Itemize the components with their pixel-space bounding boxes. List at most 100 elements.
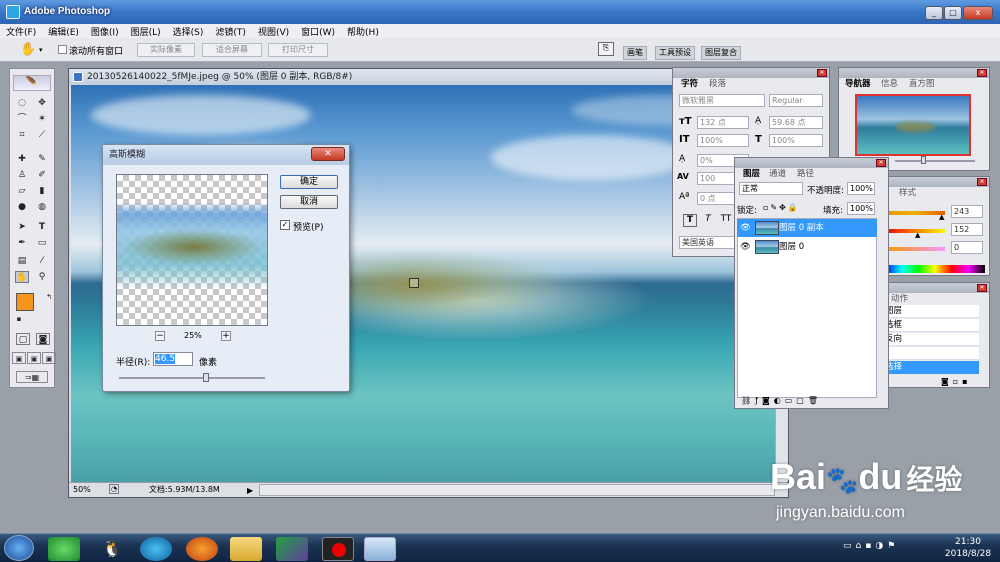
taskbar-photoshop-icon[interactable] bbox=[364, 537, 396, 561]
taskbar-media-icon[interactable] bbox=[140, 537, 172, 561]
magic-wand-icon[interactable]: ✶ bbox=[35, 113, 49, 125]
navigator-zoom-slider[interactable] bbox=[895, 160, 975, 162]
slice-tool-icon[interactable]: ⟋ bbox=[35, 129, 49, 141]
tab-brushes[interactable]: 画笔 bbox=[623, 46, 647, 60]
jump-to-imageready-icon[interactable]: ⇒▦ bbox=[16, 371, 48, 383]
green-slider-handle-icon[interactable]: ▲ bbox=[915, 231, 920, 239]
menu-filter[interactable]: 滤镜(T) bbox=[209, 24, 252, 38]
menu-file[interactable]: 文件(F) bbox=[0, 24, 42, 38]
menu-view[interactable]: 视图(V) bbox=[252, 24, 295, 38]
zoom-out-button[interactable]: − bbox=[155, 331, 165, 341]
font-family-select[interactable]: 微软雅黑 bbox=[679, 94, 765, 107]
actual-pixels-button[interactable]: 实际像素 bbox=[137, 43, 195, 57]
tab-channels[interactable]: 通道 bbox=[767, 168, 788, 180]
history-item[interactable] bbox=[885, 347, 979, 360]
preview-checkbox[interactable]: ✓ bbox=[280, 220, 290, 230]
eyedropper-tool-icon[interactable]: ⁄ bbox=[35, 255, 49, 267]
red-slider[interactable] bbox=[885, 211, 945, 215]
print-size-button[interactable]: 打印尺寸 bbox=[268, 43, 328, 57]
history-item-selected[interactable]: 选择 bbox=[885, 361, 979, 374]
taskbar-qq-icon[interactable]: 🐧 bbox=[96, 537, 128, 561]
status-menu-arrow-icon[interactable]: ▶ bbox=[247, 484, 253, 498]
character-close-icon[interactable]: ✕ bbox=[817, 69, 827, 77]
tab-navigator[interactable]: 导航器 bbox=[843, 78, 873, 90]
type-tool-icon[interactable]: T bbox=[35, 221, 49, 233]
hand-tool-icon[interactable]: ✋ bbox=[20, 42, 36, 57]
menu-window[interactable]: 窗口(W) bbox=[295, 24, 341, 38]
taskbar-explorer-icon[interactable] bbox=[230, 537, 262, 561]
hand-tool-icon-active[interactable]: ✋ bbox=[15, 271, 29, 283]
clone-stamp-icon[interactable]: ♙ bbox=[15, 169, 29, 181]
eraser-tool-icon[interactable]: ▱ bbox=[15, 185, 29, 197]
lock-icons[interactable]: ▫✎✥🔒 bbox=[763, 203, 800, 212]
zoom-in-button[interactable]: + bbox=[221, 331, 231, 341]
close-button[interactable]: x bbox=[963, 6, 993, 20]
horizontal-scrollbar[interactable] bbox=[259, 484, 775, 496]
start-button-icon[interactable] bbox=[4, 535, 34, 561]
feather-logo-icon[interactable]: 🪶 bbox=[13, 75, 51, 91]
dialog-close-button[interactable]: ✕ bbox=[311, 147, 345, 161]
faux-bold-button[interactable]: T bbox=[683, 214, 697, 227]
history-brush-icon[interactable]: ✐ bbox=[35, 169, 49, 181]
tab-character[interactable]: 字符 bbox=[679, 78, 701, 90]
tab-info[interactable]: 信息 bbox=[879, 78, 900, 90]
marquee-tool-icon[interactable]: ◌ bbox=[15, 97, 29, 109]
foreground-color-swatch[interactable] bbox=[16, 293, 34, 311]
leading-input[interactable]: 59.68 点 bbox=[769, 116, 823, 129]
font-style-select[interactable]: Regular bbox=[769, 94, 823, 107]
tab-histogram[interactable]: 直方图 bbox=[907, 78, 937, 90]
green-value-input[interactable]: 152 bbox=[951, 223, 983, 236]
color-close-icon[interactable]: ✕ bbox=[977, 178, 987, 186]
minimize-button[interactable]: _ bbox=[925, 6, 943, 20]
path-selection-icon[interactable]: ➤ bbox=[15, 221, 29, 233]
menu-edit[interactable]: 编辑(E) bbox=[42, 24, 85, 38]
ok-button[interactable]: 确定 bbox=[280, 175, 338, 189]
all-caps-button[interactable]: TT bbox=[719, 214, 733, 227]
cancel-button[interactable]: 取消 bbox=[280, 195, 338, 209]
dodge-tool-icon[interactable]: ◍ bbox=[35, 201, 49, 213]
history-item[interactable]: 反向 bbox=[885, 333, 979, 346]
zoom-tool-icon[interactable]: ⚲ bbox=[35, 271, 49, 283]
tool-preset-dropdown-icon[interactable]: ▾ bbox=[39, 46, 43, 54]
notes-tool-icon[interactable]: ▤ bbox=[15, 255, 29, 267]
blue-value-input[interactable]: 0 bbox=[951, 241, 983, 254]
zoom-level[interactable]: 50% bbox=[73, 483, 91, 497]
blend-mode-select[interactable]: 正常 bbox=[739, 182, 803, 195]
tab-styles[interactable]: 样式 bbox=[897, 187, 918, 199]
layer-row[interactable]: 👁 图层 0 bbox=[737, 238, 877, 256]
history-close-icon[interactable]: ✕ bbox=[977, 284, 987, 292]
color-ramp[interactable] bbox=[885, 265, 985, 273]
red-value-input[interactable]: 243 bbox=[951, 205, 983, 218]
layers-footer-icons[interactable]: ⛓ƒ◙◐▭▢🗑 bbox=[737, 396, 887, 408]
radius-slider-track[interactable] bbox=[119, 377, 265, 379]
default-colors-icon[interactable]: ▪ bbox=[12, 313, 26, 325]
status-icon[interactable]: ◔ bbox=[109, 484, 119, 494]
fit-screen-button[interactable]: 适合屏幕 bbox=[202, 43, 262, 57]
radius-slider-handle[interactable] bbox=[203, 373, 209, 382]
taskbar-app-purple-icon[interactable] bbox=[276, 537, 308, 561]
gradient-tool-icon[interactable]: ▮ bbox=[35, 185, 49, 197]
layer-row-selected[interactable]: 👁 图层 0 副本 bbox=[737, 219, 877, 237]
font-size-input[interactable]: 132 点 bbox=[697, 116, 749, 129]
blur-preview[interactable] bbox=[116, 174, 268, 326]
eye-icon[interactable]: 👁 bbox=[740, 238, 751, 256]
layers-close-icon[interactable]: ✕ bbox=[876, 159, 886, 167]
tab-layer-comps[interactable]: 图层复合 bbox=[701, 46, 741, 60]
menu-layer[interactable]: 图层(L) bbox=[125, 24, 167, 38]
taskbar-app-green-icon[interactable] bbox=[48, 537, 80, 561]
palette-well-icon[interactable]: ⎘ bbox=[598, 42, 614, 56]
radius-input[interactable]: 46.5 bbox=[153, 352, 193, 366]
menu-select[interactable]: 选择(S) bbox=[167, 24, 210, 38]
vertical-scale-input[interactable]: 100% bbox=[697, 134, 749, 147]
horizontal-scale-input[interactable]: 100% bbox=[769, 134, 823, 147]
taskbar-firefox-icon[interactable] bbox=[186, 537, 218, 561]
taskbar-record-icon[interactable] bbox=[322, 537, 354, 561]
screen-mode-full-icon[interactable]: ▣ bbox=[42, 352, 56, 364]
pen-tool-icon[interactable]: ✒ bbox=[15, 237, 29, 249]
history-item[interactable]: 选框 bbox=[885, 319, 979, 332]
swap-colors-icon[interactable]: ↰ bbox=[42, 291, 56, 303]
red-slider-handle-icon[interactable]: ▲ bbox=[939, 213, 944, 221]
brush-tool-icon[interactable]: ✎ bbox=[35, 153, 49, 165]
language-select[interactable]: 美国英语 bbox=[679, 236, 739, 249]
standard-mode-icon[interactable]: ▢ bbox=[16, 333, 30, 345]
